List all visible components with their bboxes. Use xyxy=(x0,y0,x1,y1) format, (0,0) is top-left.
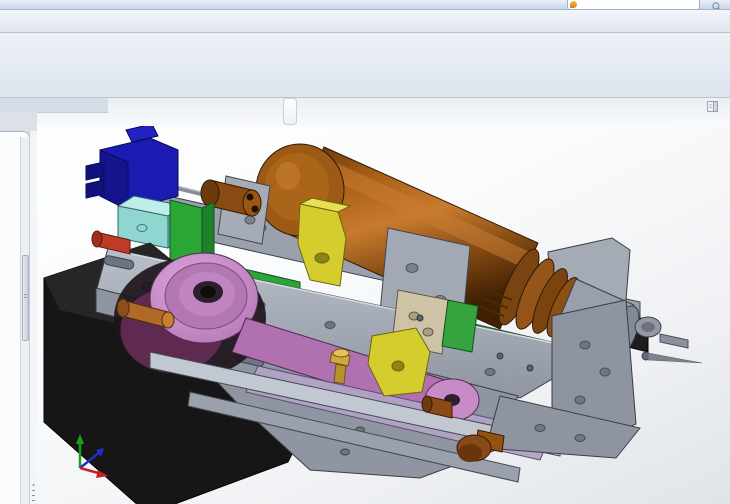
search-icon[interactable] xyxy=(711,0,723,9)
viewport-top-strip xyxy=(0,95,730,126)
title-bar xyxy=(0,0,730,10)
panel-splitter[interactable] xyxy=(29,131,37,504)
scrollbar-thumb[interactable] xyxy=(22,255,29,341)
solidworks-window xyxy=(0,0,730,504)
search-provider-icon xyxy=(570,1,577,8)
heads-up-view-toolbar xyxy=(283,98,297,125)
feature-tree-flyout xyxy=(0,131,30,504)
command-manager-ribbon xyxy=(0,33,730,98)
splitter-grip-icon[interactable] xyxy=(32,483,35,504)
green-block[interactable] xyxy=(441,299,479,353)
assembly-toolbar xyxy=(0,9,730,33)
feature-tree xyxy=(0,139,20,504)
feature-manager-panel xyxy=(0,112,37,504)
tree-scrollbar[interactable] xyxy=(20,137,29,504)
task-pane-icon[interactable] xyxy=(706,100,719,113)
help-search-input[interactable] xyxy=(567,0,700,10)
